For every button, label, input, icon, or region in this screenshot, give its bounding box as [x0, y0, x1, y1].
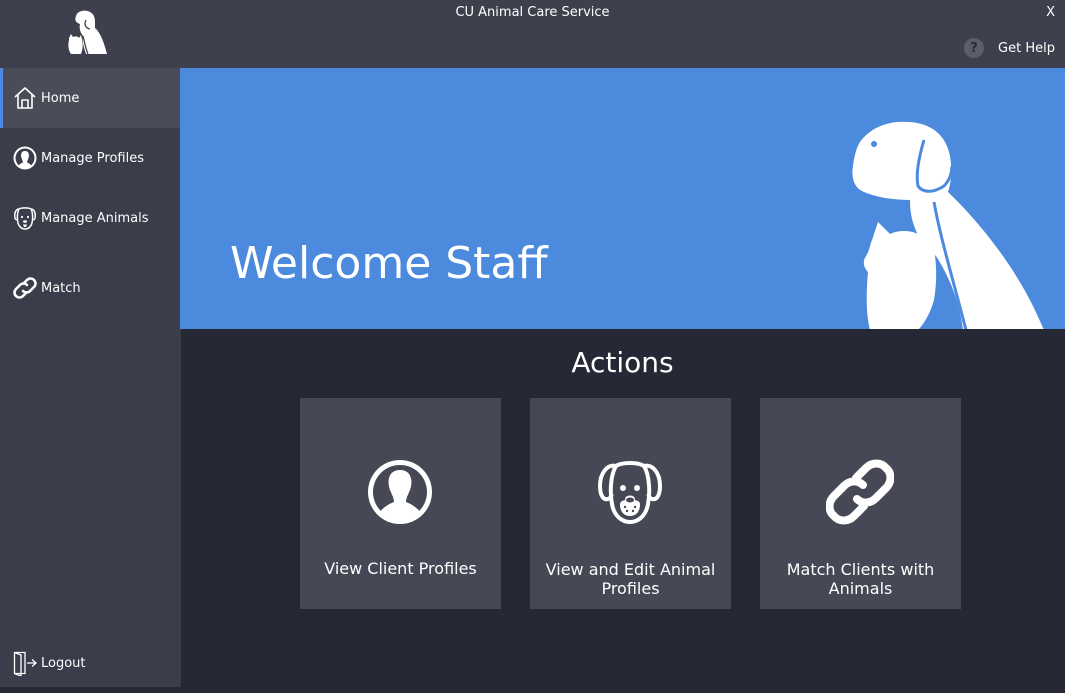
sidebar-item-label: Home: [41, 90, 80, 106]
person-icon: [368, 460, 432, 524]
sidebar-item-manage-profiles[interactable]: Manage Profiles: [0, 128, 180, 188]
logout-door-icon: [12, 650, 38, 676]
close-button[interactable]: X: [1046, 5, 1055, 20]
person-icon: [12, 145, 38, 171]
link-icon: [826, 459, 894, 525]
link-icon: [12, 275, 38, 301]
match-clients-card[interactable]: Match Clients with Animals: [760, 398, 961, 609]
dog-and-cat-silhouette-icon: [852, 121, 1044, 329]
help-icon: ?: [964, 38, 985, 58]
sidebar-item-label: Match: [41, 280, 81, 296]
window-title: CU Animal Care Service: [455, 5, 610, 20]
dog-icon: [598, 461, 662, 525]
home-icon: [12, 85, 38, 111]
view-client-profiles-card[interactable]: View Client Profiles: [300, 398, 501, 609]
sidebar: Home Manage Profiles Manage Animals Matc…: [0, 68, 181, 687]
card-label: View Client Profiles: [324, 559, 477, 578]
card-label: Match Clients with Animals: [786, 560, 935, 598]
sidebar-item-home[interactable]: Home: [0, 68, 180, 128]
sidebar-item-match[interactable]: Match: [0, 258, 180, 318]
view-edit-animal-profiles-card[interactable]: View and Edit Animal Profiles: [530, 398, 731, 609]
logout-button[interactable]: Logout: [0, 633, 180, 693]
sidebar-item-label: Manage Animals: [41, 210, 149, 226]
dog-icon: [12, 205, 38, 231]
card-label: View and Edit Animal Profiles: [545, 560, 716, 598]
welcome-banner: Welcome Staff: [180, 68, 1065, 329]
get-help-button[interactable]: ? Get Help: [964, 38, 1055, 58]
get-help-label: Get Help: [998, 40, 1055, 56]
title-bar: CU Animal Care Service X ? Get Help: [0, 0, 1065, 68]
sidebar-item-label: Manage Profiles: [41, 150, 144, 166]
actions-heading: Actions: [571, 346, 674, 379]
welcome-heading: Welcome Staff: [230, 238, 548, 289]
sidebar-item-manage-animals[interactable]: Manage Animals: [0, 188, 180, 248]
logout-label: Logout: [41, 655, 86, 671]
